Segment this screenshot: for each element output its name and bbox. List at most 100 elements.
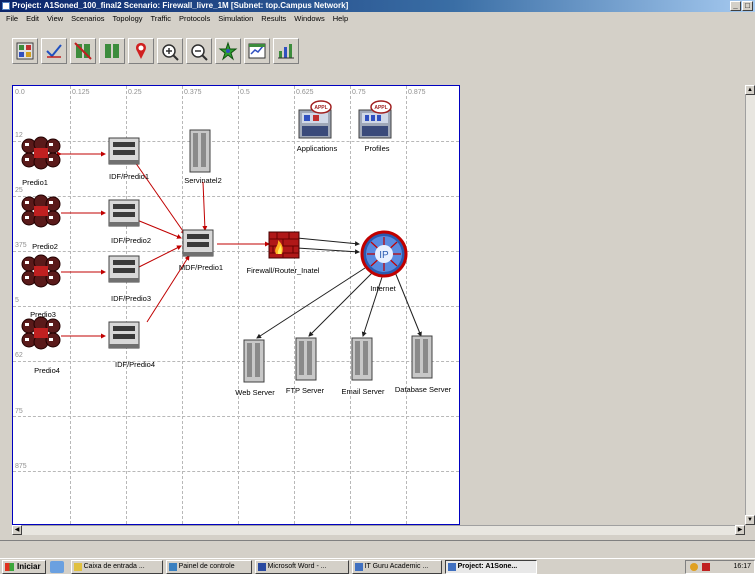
ip-icon-text: IP — [379, 250, 389, 261]
link-internet-database[interactable] — [394, 271, 422, 337]
vertical-scrollbar[interactable]: ▲ ▼ — [745, 85, 755, 525]
system-tray: 16:17 — [685, 560, 755, 574]
menu-windows[interactable]: Windows — [290, 12, 328, 25]
server-icon[interactable] — [349, 336, 375, 382]
run-simulation-icon — [218, 41, 238, 61]
parent-subnet-icon — [136, 43, 146, 59]
it-guru-icon — [354, 562, 363, 571]
link-internet-web[interactable] — [256, 267, 366, 339]
node-label-profiles: Profiles — [364, 144, 390, 153]
switch-icon[interactable] — [181, 226, 217, 260]
profile-definition-icon[interactable]: APPL — [357, 100, 395, 140]
node-label-email-server: Email Server — [341, 387, 385, 396]
link-firewall-internet-2[interactable] — [296, 247, 360, 255]
switch-icon[interactable] — [107, 318, 143, 352]
scroll-right-icon[interactable]: ▶ — [735, 525, 745, 535]
zoom-in-icon — [162, 44, 179, 61]
taskbar-item-project[interactable]: Project: A1Sone... — [444, 559, 537, 574]
scroll-left-icon[interactable]: ◀ — [12, 525, 22, 535]
check-links-icon — [46, 44, 62, 58]
object-palette-button[interactable] — [12, 38, 38, 64]
ip-cloud-icon[interactable]: IP — [359, 230, 409, 278]
node-label-idf3: IDF/Predio3 — [110, 294, 152, 303]
menu-bar: File Edit View Scenarios Topology Traffi… — [0, 12, 755, 25]
server-icon[interactable] — [409, 334, 435, 380]
object-palette-icon — [16, 42, 34, 60]
taskbar-item-label: Microsoft Word - ... — [267, 562, 327, 570]
menu-scenarios[interactable]: Scenarios — [67, 12, 108, 25]
taskbar-item-label: Project: A1Sone... — [457, 562, 518, 570]
zoom-out-button[interactable] — [186, 38, 212, 64]
fail-node-button[interactable] — [70, 38, 96, 64]
minimize-button[interactable]: _ — [730, 1, 741, 11]
taskbar-item-control-panel[interactable]: Painel de controle — [165, 559, 252, 574]
scroll-up-icon[interactable]: ▲ — [745, 85, 755, 95]
node-label-idf4: IDF/Predio4 — [114, 360, 156, 369]
recover-node-icon — [105, 44, 119, 58]
appl-badge-text: APPL — [314, 105, 327, 111]
menu-topology[interactable]: Topology — [109, 12, 147, 25]
lan-cloud-icon[interactable] — [19, 254, 63, 290]
node-label-predio4: Predio4 — [34, 366, 60, 375]
maximize-button[interactable]: □ — [742, 1, 753, 11]
view-results-button[interactable] — [244, 38, 270, 64]
link-idf3-mdf[interactable] — [136, 245, 182, 269]
menu-traffic[interactable]: Traffic — [147, 12, 175, 25]
node-label-idf1: IDF/Predio1 — [108, 172, 150, 181]
server-icon[interactable] — [187, 128, 213, 174]
mail-icon — [73, 562, 82, 571]
lan-cloud-icon[interactable] — [19, 194, 63, 230]
menu-protocols[interactable]: Protocols — [175, 12, 214, 25]
node-label-firewall: Firewall/Router_Inatel — [246, 266, 320, 275]
taskbar-item-it-guru[interactable]: IT Guru Academic ... — [351, 559, 442, 574]
zoom-out-icon — [191, 44, 208, 61]
tray-speaker-icon[interactable] — [690, 563, 698, 571]
horizontal-scrollbar[interactable]: ◀ ▶ — [12, 525, 745, 535]
menu-edit[interactable]: Edit — [22, 12, 43, 25]
link-servinatel-mdf[interactable] — [202, 181, 208, 231]
scroll-down-icon[interactable]: ▼ — [745, 515, 755, 525]
control-panel-icon — [168, 562, 177, 571]
menu-file[interactable]: File — [2, 12, 22, 25]
menu-results[interactable]: Results — [257, 12, 290, 25]
lan-cloud-icon[interactable] — [19, 136, 63, 172]
server-icon[interactable] — [241, 338, 267, 384]
lan-cloud-icon[interactable] — [19, 316, 63, 352]
graphs-icon — [278, 44, 294, 59]
firewall-icon[interactable] — [267, 230, 301, 260]
node-label-servinatel: Servinatel2 — [184, 176, 222, 185]
taskbar-item-label: Caixa de entrada ... — [83, 562, 145, 570]
zoom-in-button[interactable] — [157, 38, 183, 64]
window-title: Project: A1Soned_100_final2 Scenario: Fi… — [12, 1, 349, 10]
appl-badge-text: APPL — [374, 105, 387, 111]
run-simulation-button[interactable] — [215, 38, 241, 64]
switch-icon[interactable] — [107, 134, 143, 168]
menu-view[interactable]: View — [43, 12, 67, 25]
application-definition-icon[interactable]: APPL — [297, 100, 335, 140]
app-icon — [2, 2, 10, 10]
node-label-mdf: MDF/Predio1 — [178, 263, 224, 272]
link-internet-ftp[interactable] — [308, 271, 374, 337]
hide-show-graphs-button[interactable] — [273, 38, 299, 64]
check-links-button[interactable] — [41, 38, 67, 64]
return-to-parent-button[interactable] — [128, 38, 154, 64]
server-icon[interactable] — [293, 336, 319, 382]
windows-flag-icon — [5, 562, 14, 571]
quick-launch-icon[interactable] — [49, 560, 64, 573]
node-label-predio1: Predio1 — [22, 178, 48, 187]
switch-icon[interactable] — [107, 252, 143, 286]
taskbar-item-inbox[interactable]: Caixa de entrada ... — [70, 559, 163, 574]
status-bar — [0, 540, 755, 550]
taskbar-item-word[interactable]: Microsoft Word - ... — [254, 559, 349, 574]
start-button[interactable]: Iniciar — [2, 559, 46, 574]
switch-icon[interactable] — [107, 196, 143, 230]
menu-simulation[interactable]: Simulation — [214, 12, 257, 25]
node-label-web-server: Web Server — [235, 388, 275, 397]
topology-workspace[interactable]: 0.0 0.125 0.25 0.375 0.5 0.625 0.75 0.87… — [12, 85, 460, 525]
clock: 16:17 — [733, 563, 751, 570]
tray-antivirus-icon[interactable] — [702, 563, 710, 571]
recover-node-button[interactable] — [99, 38, 125, 64]
menu-help[interactable]: Help — [329, 12, 352, 25]
title-bar[interactable]: Project: A1Soned_100_final2 Scenario: Fi… — [0, 0, 755, 12]
link-firewall-internet[interactable] — [296, 237, 360, 247]
